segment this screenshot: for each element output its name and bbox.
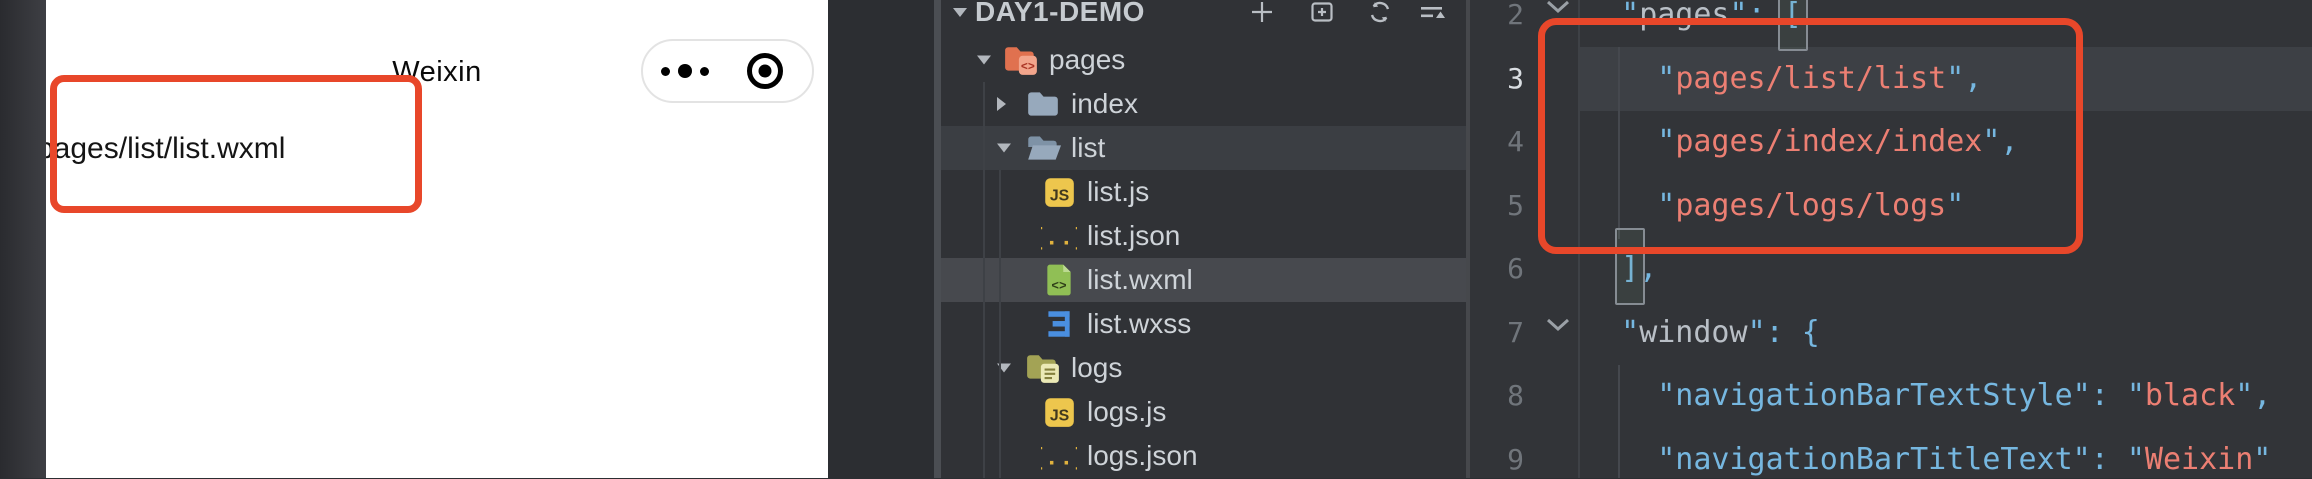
code-token: " (2127, 378, 2145, 413)
wxml-icon: <> (1041, 262, 1077, 298)
svg-text:<>: <> (1051, 279, 1066, 294)
tree-item-list[interactable]: list (941, 126, 1466, 170)
file-explorer: DAY1-DEMO <> pages index list JS list.js {..} l… (941, 0, 1466, 478)
wxss-icon (1041, 306, 1077, 342)
line-number: 2 (1470, 0, 1524, 47)
refresh-icon[interactable] (1367, 0, 1393, 25)
project-title: DAY1-DEMO (975, 0, 1145, 28)
svg-text:JS: JS (1050, 187, 1069, 204)
code-line-7[interactable]: "window": { (1585, 301, 1820, 365)
tree-item-label: logs (1071, 352, 1122, 384)
code-token: " (1748, 315, 1766, 350)
js-icon: JS (1041, 394, 1077, 430)
tree-item-list.wxss[interactable]: list.wxss (941, 302, 1466, 346)
code-token: : (2091, 378, 2127, 413)
code-token: ", (2235, 378, 2271, 413)
chevron-right-icon[interactable] (997, 97, 1006, 111)
tree-item-label: logs.json (1087, 440, 1198, 472)
code-token: black (2145, 378, 2235, 413)
window-edge (0, 0, 46, 478)
line-number: 9 (1470, 428, 1524, 479)
tree-item-list.js[interactable]: JS list.js (941, 170, 1466, 214)
folder-closed-icon (1025, 86, 1061, 122)
folder-open-icon (1025, 130, 1061, 166)
fold-chevron-icon[interactable] (1544, 317, 1572, 333)
line-number: 3 (1470, 47, 1524, 111)
code-token: : (1766, 315, 1802, 350)
collapse-all-icon[interactable] (1419, 0, 1445, 25)
code-token: { (1802, 315, 1820, 350)
new-file-icon[interactable] (1249, 0, 1275, 25)
capsule-button (641, 39, 814, 103)
ellipsis-menu-icon (661, 67, 670, 76)
annotation-box-editor (1538, 18, 2083, 254)
code-token: " (1621, 315, 1639, 350)
annotation-box-simulator (50, 75, 422, 213)
code-token: window (1639, 315, 1747, 350)
line-number: 8 (1470, 364, 1524, 428)
line-number: 6 (1470, 237, 1524, 301)
code-token: " (2127, 442, 2145, 477)
code-token (1585, 378, 1657, 413)
tree-item-label: index (1071, 88, 1138, 120)
record-home-icon (747, 53, 783, 89)
capsule-menu-button[interactable] (661, 41, 709, 101)
svg-text:<>: <> (1021, 61, 1035, 74)
json-icon: {..} (1041, 218, 1077, 254)
code-token (1585, 315, 1621, 350)
line-number: 5 (1470, 174, 1524, 238)
code-line-9[interactable]: "navigationBarTitleText": "Weixin" (1585, 428, 2271, 479)
js-icon: JS (1041, 174, 1077, 210)
code-line-8[interactable]: "navigationBarTextStyle": "black", (1585, 364, 2271, 428)
tree-item-label: pages (1049, 44, 1125, 76)
tree-item-list.json[interactable]: {..} list.json (941, 214, 1466, 258)
new-folder-icon[interactable] (1309, 0, 1335, 25)
tree-item-logs.js[interactable]: JS logs.js (941, 390, 1466, 434)
tree-item-logs[interactable]: logs (941, 346, 1466, 390)
tree-item-logs.json[interactable]: {..} logs.json (941, 434, 1466, 478)
indent-guide (983, 82, 985, 478)
svg-text:JS: JS (1050, 407, 1069, 424)
code-token: "navigationBarTitleText" (1657, 442, 2090, 477)
tree-item-label: list (1071, 132, 1105, 164)
tree-item-label: logs.js (1087, 396, 1166, 428)
code-editor[interactable]: 23456789 "pages": [ "pages/list/list", "… (1470, 0, 2312, 478)
tree-item-list.wxml[interactable]: <> list.wxml (941, 258, 1466, 302)
svg-text:{..}: {..} (1041, 445, 1077, 472)
fold-chevron-icon[interactable] (1544, 0, 1572, 15)
tree-item-index[interactable]: index (941, 82, 1466, 126)
folder-pages-icon: <> (1003, 42, 1039, 78)
code-token (1585, 442, 1657, 477)
code-token: : (2091, 442, 2127, 477)
chevron-down-icon[interactable] (997, 144, 1011, 153)
svg-text:{..}: {..} (1041, 225, 1077, 252)
tree-item-label: list.wxml (1087, 264, 1193, 296)
tree-item-label: list.wxss (1087, 308, 1191, 340)
tree-item-label: list.js (1087, 176, 1149, 208)
code-token: " (2253, 442, 2271, 477)
tree-item-pages[interactable]: <> pages (941, 38, 1466, 82)
chevron-down-icon[interactable] (977, 56, 991, 65)
tree-item-label: list.json (1087, 220, 1180, 252)
panel-divider[interactable] (934, 0, 941, 478)
code-token: Weixin (2145, 442, 2253, 477)
code-token: "navigationBarTextStyle" (1657, 378, 2090, 413)
capsule-home-button[interactable] (747, 41, 783, 101)
folder-logs-icon (1025, 350, 1061, 386)
chevron-down-icon (953, 8, 967, 17)
indent-guide (999, 170, 1001, 478)
line-number: 7 (1470, 301, 1524, 365)
simulator-panel: Weixin pages/list/list.wxml (46, 0, 828, 478)
json-icon: {..} (1041, 438, 1077, 474)
line-number: 4 (1470, 110, 1524, 174)
